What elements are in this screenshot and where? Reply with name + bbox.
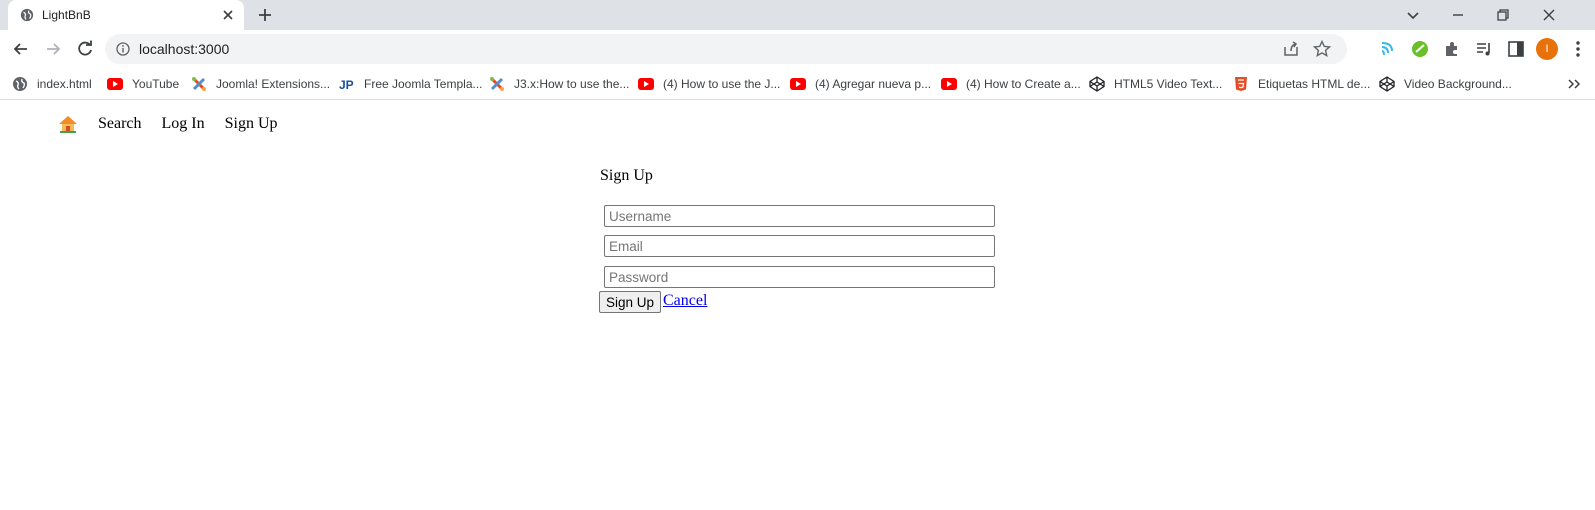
cancel-link[interactable]: Cancel	[663, 292, 707, 310]
tab-strip: LightBnB	[0, 0, 1595, 30]
address-bar[interactable]: localhost:3000	[105, 34, 1347, 64]
joomla-icon	[192, 77, 206, 91]
jp-icon: JP	[339, 78, 354, 92]
globe-icon	[20, 8, 34, 22]
extension-wave-icon[interactable]	[1378, 39, 1398, 59]
bookmark-item[interactable]: (4) Agregar nueva p...	[790, 73, 931, 95]
restore-icon[interactable]	[1492, 4, 1514, 26]
side-panel-icon[interactable]	[1506, 39, 1526, 59]
extension-leaf-icon[interactable]	[1410, 39, 1430, 59]
bookmark-label: Etiquetas HTML de...	[1258, 77, 1371, 91]
bookmark-label: (4) Agregar nueva p...	[815, 77, 932, 91]
signup-submit-button[interactable]: Sign Up	[599, 291, 662, 313]
bookmark-item[interactable]: (4) How to Create a...	[941, 73, 1081, 95]
bookmark-item[interactable]: YouTube	[107, 73, 179, 95]
minimize-icon[interactable]	[1447, 4, 1469, 26]
browser-tab[interactable]: LightBnB	[8, 0, 244, 30]
browser-toolbar: localhost:3000 I	[0, 30, 1595, 68]
extensions-puzzle-icon[interactable]	[1442, 39, 1462, 59]
bookmark-label: (4) How to use the J...	[663, 77, 781, 91]
codepen-icon	[1379, 76, 1395, 92]
forward-arrow-icon[interactable]	[43, 39, 63, 59]
bookmark-item[interactable]: Video Background...	[1379, 73, 1512, 95]
html5-icon	[1235, 77, 1247, 91]
bookmark-label: (4) How to Create a...	[966, 77, 1081, 91]
media-control-icon[interactable]	[1474, 39, 1494, 59]
bookmark-item[interactable]: JP Free Joomla Templa...	[339, 73, 483, 95]
address-text[interactable]: localhost:3000	[139, 41, 229, 57]
youtube-icon	[107, 78, 123, 90]
email-input[interactable]	[604, 235, 995, 257]
codepen-icon	[1089, 76, 1105, 92]
bookmark-item[interactable]: J3.x:How to use the...	[489, 73, 629, 95]
password-input[interactable]	[604, 266, 995, 288]
youtube-icon	[941, 78, 957, 90]
bookmark-label: index.html	[37, 77, 92, 91]
joomla-icon	[490, 77, 504, 91]
reload-icon[interactable]	[75, 39, 95, 59]
site-nav: Search Log In Sign Up	[58, 115, 298, 133]
bookmark-label: YouTube	[132, 77, 180, 91]
bookmark-item[interactable]: Joomla! Extensions...	[191, 73, 330, 95]
house-icon[interactable]	[58, 115, 78, 133]
bookmark-item[interactable]: Etiquetas HTML de...	[1233, 73, 1370, 95]
nav-signup-link[interactable]: Sign Up	[225, 115, 278, 133]
youtube-icon	[638, 78, 654, 90]
bookmark-item[interactable]: HTML5 Video Text...	[1089, 73, 1222, 95]
bookmark-star-icon[interactable]	[1312, 39, 1332, 59]
close-tab-icon[interactable]	[220, 7, 236, 23]
globe-icon	[13, 77, 27, 91]
username-input[interactable]	[604, 205, 995, 227]
nav-login-link[interactable]: Log In	[162, 115, 205, 133]
youtube-icon	[790, 78, 806, 90]
bookmark-label: Free Joomla Templa...	[364, 77, 483, 91]
chevron-double-right-icon[interactable]	[1566, 76, 1582, 92]
bookmark-item[interactable]: (4) How to use the J...	[638, 73, 780, 95]
signup-heading: Sign Up	[600, 167, 653, 184]
svg-text:JP: JP	[339, 78, 354, 92]
bookmarks-bar: index.html YouTube Joomla! Extensions...…	[0, 68, 1595, 100]
back-arrow-icon[interactable]	[11, 39, 31, 59]
bookmark-label: J3.x:How to use the...	[514, 77, 630, 91]
tab-search-icon[interactable]	[1402, 4, 1424, 26]
bookmark-item[interactable]: index.html	[12, 73, 92, 95]
new-tab-icon[interactable]	[256, 6, 274, 24]
close-window-icon[interactable]	[1538, 4, 1560, 26]
bookmark-label: Joomla! Extensions...	[216, 77, 331, 91]
bookmark-label: Video Background...	[1404, 77, 1512, 91]
nav-search-link[interactable]: Search	[98, 115, 142, 133]
share-icon[interactable]	[1281, 39, 1301, 59]
bookmark-label: HTML5 Video Text...	[1114, 77, 1223, 91]
info-icon[interactable]	[116, 42, 130, 56]
tab-title: LightBnB	[42, 8, 91, 22]
more-options-icon[interactable]	[1568, 39, 1588, 59]
profile-avatar[interactable]: I	[1536, 38, 1558, 60]
page-content: Search Log In Sign Up Sign Up Sign Up Ca…	[0, 101, 1595, 510]
